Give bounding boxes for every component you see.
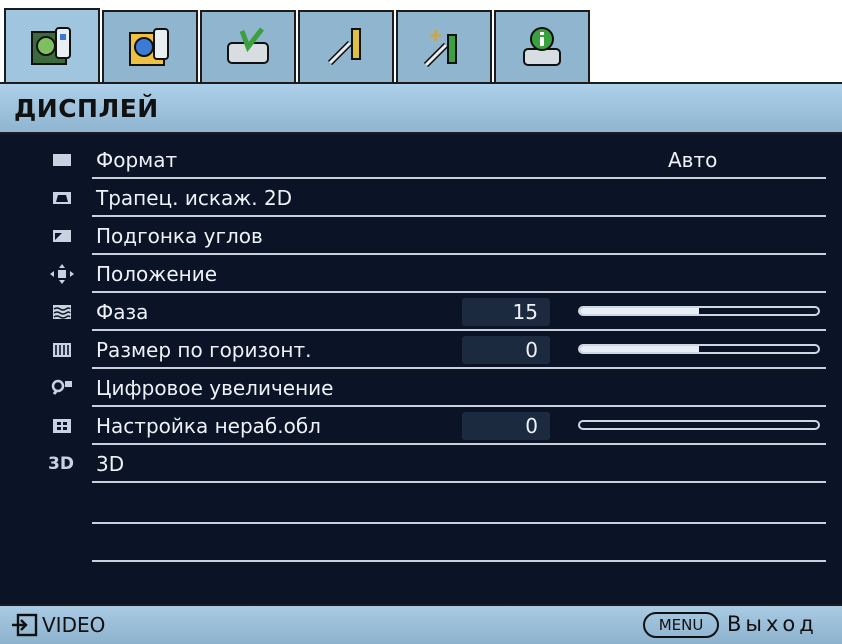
value-box: 15 (462, 298, 550, 326)
menu-button[interactable]: MENU (643, 612, 719, 638)
row-divider (92, 443, 826, 445)
digital-zoom-icon (50, 377, 74, 399)
menu-item-position[interactable]: Положение (0, 256, 842, 293)
menu-item-phase[interactable]: Фаза 15 (0, 294, 842, 331)
row-divider (92, 405, 826, 407)
phase-icon (50, 301, 74, 323)
row-divider (92, 177, 826, 179)
slider-fill (580, 346, 699, 352)
menu-item-3d[interactable]: 3D 3D (0, 446, 842, 483)
menu-item-label: Формат (96, 148, 178, 172)
corner-fit-icon (50, 225, 74, 247)
menu-item-aspect-ratio[interactable]: Формат Авто (0, 142, 842, 179)
3d-icon: 3D (48, 454, 74, 474)
page-title: ДИСПЛЕЙ (14, 94, 159, 123)
menu-item-overscan[interactable]: Настройка нераб.обл 0 (0, 408, 842, 445)
tab-bar: + (0, 0, 842, 84)
row-divider (92, 329, 826, 331)
menu-item-label: Положение (96, 262, 217, 286)
input-source-label: VIDEO (42, 613, 106, 637)
menu-item-label: Подгонка углов (96, 224, 263, 248)
exit-label: Выход (727, 612, 818, 636)
menu-item-digital-zoom[interactable]: Цифровое увеличение (0, 370, 842, 407)
menu-item-label: Размер по горизонт. (96, 338, 312, 362)
setup-basic-icon (227, 27, 269, 64)
menu-title-bar: ДИСПЛЕЙ (0, 82, 842, 134)
menu-item-corner-fit[interactable]: Подгонка углов (0, 218, 842, 255)
empty-row-divider (92, 522, 826, 524)
row-divider (92, 481, 826, 483)
tab-setup-basic[interactable] (200, 10, 296, 82)
overscan-icon (50, 415, 74, 437)
value-number: 0 (525, 414, 538, 438)
h-size-slider[interactable] (578, 344, 820, 354)
value-box: 0 (462, 336, 550, 364)
row-divider (92, 253, 826, 255)
tab-picture-settings[interactable] (4, 8, 100, 82)
slider-fill (580, 308, 699, 314)
setup-advanced-tools-icon (327, 28, 361, 66)
tab-picture-advanced[interactable] (102, 10, 198, 82)
aspect-ratio-icon (50, 149, 74, 171)
system-advanced-icon: + (423, 25, 457, 68)
value-number: 0 (525, 338, 538, 362)
row-divider (92, 367, 826, 369)
phase-slider[interactable] (578, 306, 820, 316)
overscan-slider[interactable] (578, 420, 820, 430)
position-icon (50, 263, 74, 285)
empty-row-divider (92, 560, 826, 562)
menu-item-h-size[interactable]: Размер по горизонт. 0 (0, 332, 842, 369)
menu-item-label: Трапец. искаж. 2D (96, 186, 293, 210)
menu-item-label: 3D (96, 452, 125, 476)
picture-settings-icon (31, 27, 71, 65)
row-divider (92, 291, 826, 293)
menu-item-keystone[interactable]: Трапец. искаж. 2D (0, 180, 842, 217)
menu-item-label: Цифровое увеличение (96, 376, 334, 400)
tab-information[interactable] (494, 10, 590, 82)
row-divider (92, 215, 826, 217)
menu-item-label: Настройка нераб.обл (96, 414, 321, 438)
information-icon (523, 27, 561, 66)
svg-text:+: + (428, 25, 443, 46)
tab-system-advanced[interactable]: + (396, 10, 492, 82)
picture-advanced-icon (129, 28, 169, 66)
h-size-icon (50, 339, 74, 361)
value-box: 0 (462, 412, 550, 440)
tab-setup-advanced[interactable] (298, 10, 394, 82)
menu-item-value: Авто (668, 148, 718, 172)
menu-list: Формат Авто Трапец. искаж. 2D Подгонка у… (0, 134, 842, 604)
menu-item-label: Фаза (96, 300, 149, 324)
status-bar: VIDEO MENU Выход (0, 604, 842, 644)
input-source-icon (12, 613, 38, 637)
keystone-icon (50, 187, 74, 209)
value-number: 15 (512, 300, 538, 324)
